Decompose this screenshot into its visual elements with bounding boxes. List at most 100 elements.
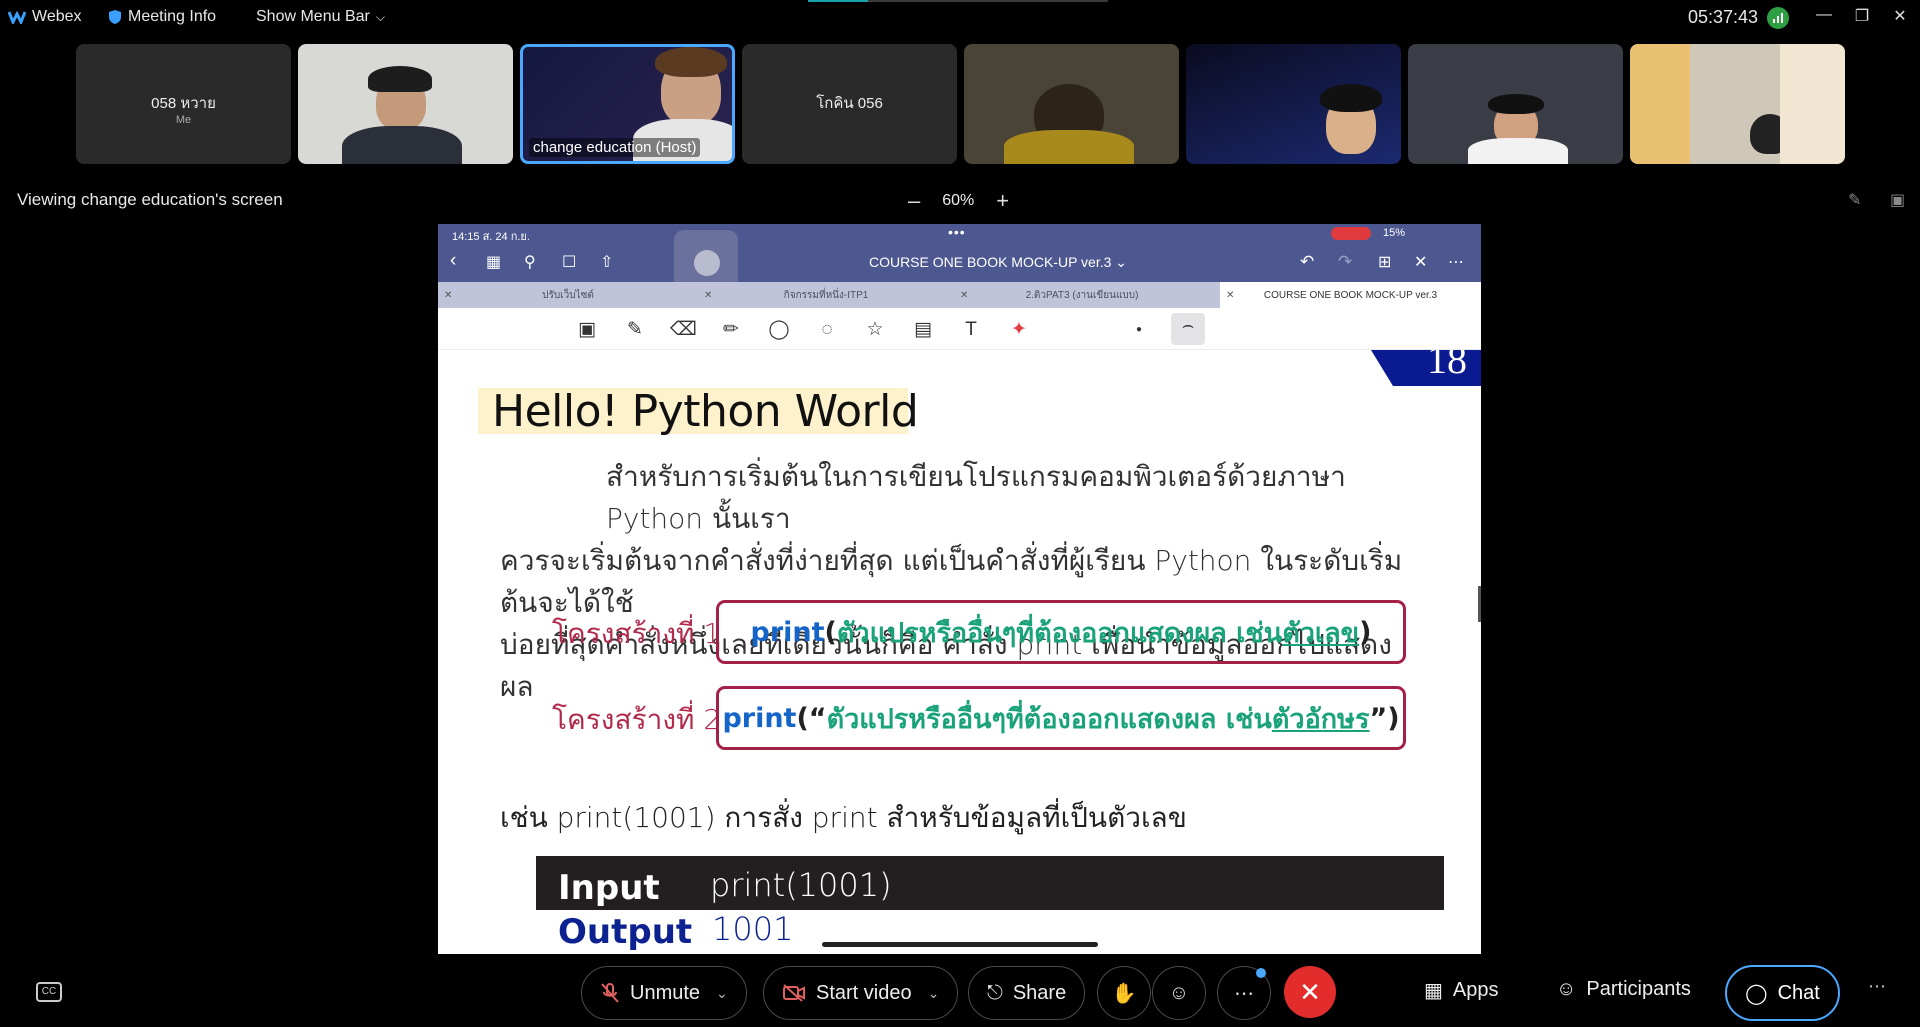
recording-indicator bbox=[1331, 227, 1371, 240]
shield-icon bbox=[109, 10, 121, 24]
pen-icon[interactable]: ✎ bbox=[622, 317, 648, 343]
raise-hand-button[interactable]: ✋ bbox=[1097, 966, 1151, 1020]
output-label: Output bbox=[558, 912, 693, 952]
meeting-time: 05:37:43 bbox=[1688, 7, 1759, 27]
show-menu-bar-button[interactable]: Show Menu Bar ⌵ bbox=[256, 8, 385, 26]
lasso-icon[interactable]: ◌ bbox=[814, 317, 840, 343]
webex-icon bbox=[8, 10, 26, 24]
more-icon: ⋯ bbox=[1234, 982, 1254, 1005]
eraser-icon[interactable]: ⌫ bbox=[670, 317, 697, 343]
notification-dot bbox=[1256, 968, 1266, 978]
ipad-tab-bar: ✕ ปรับเว็บไซต์ ✕ กิจกรรมที่หนึ่ง-ITP1 ✕ 2.ต… bbox=[438, 282, 1481, 308]
apps-button[interactable]: ▦ Apps bbox=[1424, 978, 1499, 1003]
home-indicator bbox=[822, 942, 1098, 947]
share-button[interactable]: ⎋ Share bbox=[968, 966, 1086, 1020]
meeting-info-button[interactable]: Meeting Info bbox=[108, 8, 216, 26]
participant-name: โกคิน 056 bbox=[816, 95, 883, 112]
pen-size-dot-icon[interactable]: ● bbox=[1126, 317, 1152, 343]
start-video-label: Start video bbox=[816, 981, 912, 1004]
image-icon[interactable]: ▤ bbox=[910, 317, 936, 343]
participant-tile-video[interactable] bbox=[1186, 44, 1401, 164]
text-tool-icon[interactable]: T bbox=[958, 317, 984, 343]
leave-meeting-button[interactable]: ✕ bbox=[1284, 966, 1336, 1018]
page-scroll-handle[interactable] bbox=[1478, 586, 1481, 622]
restore-icon[interactable]: ❐ bbox=[1850, 6, 1874, 26]
grid-icon[interactable]: ▦ bbox=[486, 252, 501, 272]
minimize-icon[interactable]: — bbox=[1812, 6, 1836, 24]
ipad-tab[interactable]: ✕ 2.ติวPAT3 (งานเขียนแบบ) bbox=[954, 282, 1210, 308]
ipad-battery: 15% bbox=[1383, 227, 1406, 239]
participant-tile-video[interactable] bbox=[1630, 44, 1845, 164]
app-name: Webex bbox=[32, 8, 82, 25]
close-window-icon[interactable]: ✕ bbox=[1888, 6, 1912, 26]
participant-tile[interactable]: โกคิน 056 bbox=[742, 44, 957, 164]
structure-2-box: print (“ ตัวแปรหรืออื่นๆที่ต้องออกแสดงผล เ… bbox=[716, 686, 1406, 750]
title-bar: Webex Meeting Info Show Menu Bar ⌵ 05:37… bbox=[0, 0, 1920, 38]
drawing-toolbar: ▣ ✎ ⌫ ✏ ◯ ◌ ☆ ▤ T ✦ ● ⌢ bbox=[438, 308, 1481, 350]
ipad-tab-active[interactable]: ✕ COURSE ONE BOOK MOCK-UP ver.3 bbox=[1220, 282, 1481, 308]
shapes-icon[interactable]: ◯ bbox=[766, 317, 792, 343]
input-value: print(1001) bbox=[710, 866, 892, 904]
redo-icon[interactable]: ↷ bbox=[1338, 252, 1352, 272]
intro-paragraph: สำหรับการเริ่มต้นในการเขียนโปรแกรมคอมพิว… bbox=[500, 460, 1403, 703]
participant-tile-video[interactable] bbox=[964, 44, 1179, 164]
page-number-badge: 18 bbox=[1371, 350, 1481, 386]
start-video-button[interactable]: Start video ⌄ bbox=[763, 966, 959, 1020]
participant-tile-me[interactable]: 058 หวาย Me bbox=[76, 44, 291, 164]
participant-me-label: Me bbox=[175, 114, 192, 126]
apps-icon: ▦ bbox=[1424, 980, 1443, 1002]
meeting-info-label: Meeting Info bbox=[128, 8, 217, 25]
chat-label: Chat bbox=[1777, 981, 1820, 1004]
ipad-tab[interactable]: ✕ กิจกรรมที่หนึ่ง-ITP1 bbox=[698, 282, 954, 308]
add-page-icon[interactable]: ⊞ bbox=[1378, 252, 1391, 272]
screen-options-icon[interactable]: ▣ bbox=[1890, 190, 1905, 210]
unmute-button[interactable]: Unmute ⌄ bbox=[581, 966, 747, 1020]
participants-button[interactable]: ☺ Participants bbox=[1556, 978, 1691, 1001]
share-screen-icon: ⎋ bbox=[987, 981, 1003, 1004]
chevron-down-icon[interactable]: ⌄ bbox=[716, 985, 728, 1002]
more-icon[interactable]: ⋯ bbox=[1448, 252, 1464, 272]
document-title[interactable]: COURSE ONE BOOK MOCK-UP ver.3 ⌄ bbox=[798, 254, 1198, 271]
laser-pointer-icon[interactable]: ✦ bbox=[1006, 317, 1032, 343]
structure-1-label: โครงสร้างที่ 1 bbox=[552, 617, 722, 650]
chevron-down-icon: ⌵ bbox=[375, 9, 385, 24]
participant-tile-video[interactable] bbox=[1408, 44, 1623, 164]
participant-tile-video[interactable] bbox=[298, 44, 513, 164]
share-icon[interactable]: ⇧ bbox=[600, 252, 613, 272]
network-signal-icon[interactable] bbox=[1767, 7, 1789, 29]
search-icon[interactable]: ⚲ bbox=[524, 252, 536, 272]
chat-bubble-icon: ◯ bbox=[1745, 982, 1768, 1005]
zoom-level: 60% bbox=[942, 192, 975, 209]
mic-muted-icon bbox=[601, 983, 619, 1003]
participant-tile-host[interactable]: change education (Host) bbox=[520, 44, 735, 164]
ipad-nav-bar: ‹ ▦ ⚲ ☐ ⇧ COURSE ONE BOOK MOCK-UP ver.3 … bbox=[438, 242, 1481, 282]
share-label: Share bbox=[1012, 981, 1067, 1004]
close-doc-icon[interactable]: ✕ bbox=[1414, 252, 1427, 272]
chat-button[interactable]: ◯ Chat bbox=[1725, 965, 1840, 1021]
sticker-icon[interactable]: ☆ bbox=[862, 317, 888, 343]
page-heading: Hello! Python World bbox=[492, 386, 919, 437]
structure-2-label: โครงสร้างที่ 2 bbox=[552, 703, 722, 736]
annotate-icon[interactable]: ✎ bbox=[1848, 190, 1861, 210]
closed-captions-icon[interactable]: CC bbox=[36, 982, 62, 1002]
undo-icon[interactable]: ↶ bbox=[1300, 252, 1314, 272]
viewing-screen-label: Viewing change education's screen bbox=[17, 190, 283, 209]
pen-stroke-icon[interactable]: ⌢ bbox=[1171, 313, 1205, 345]
reactions-button[interactable]: ☺ bbox=[1152, 966, 1206, 1020]
input-label: Input bbox=[558, 868, 660, 908]
apps-label: Apps bbox=[1452, 979, 1499, 1001]
chevron-down-icon[interactable]: ⌄ bbox=[928, 985, 940, 1002]
zoom-window-icon[interactable]: ▣ bbox=[574, 317, 600, 343]
example-line: เช่น print(1001) การสั่ง print สำหรับข้อ… bbox=[500, 801, 1187, 834]
more-options-icon[interactable]: ⋯ bbox=[1868, 976, 1886, 997]
webex-logo: Webex bbox=[8, 8, 82, 26]
zoom-in-button[interactable]: + bbox=[996, 188, 1009, 214]
back-icon[interactable]: ‹ bbox=[450, 250, 456, 272]
highlighter-icon[interactable]: ✏ bbox=[718, 317, 744, 343]
video-off-icon bbox=[783, 984, 805, 1002]
zoom-out-button[interactable]: – bbox=[908, 188, 920, 214]
ipad-tab[interactable]: ✕ ปรับเว็บไซต์ bbox=[438, 282, 698, 308]
bookmark-icon[interactable]: ☐ bbox=[562, 252, 576, 272]
ipad-status-bar: 14:15 ส. 24 ก.ย. ••• 15% bbox=[438, 224, 1481, 243]
document-page: 18 Hello! Python World สำหรับการเริ่มต้น… bbox=[438, 350, 1481, 954]
